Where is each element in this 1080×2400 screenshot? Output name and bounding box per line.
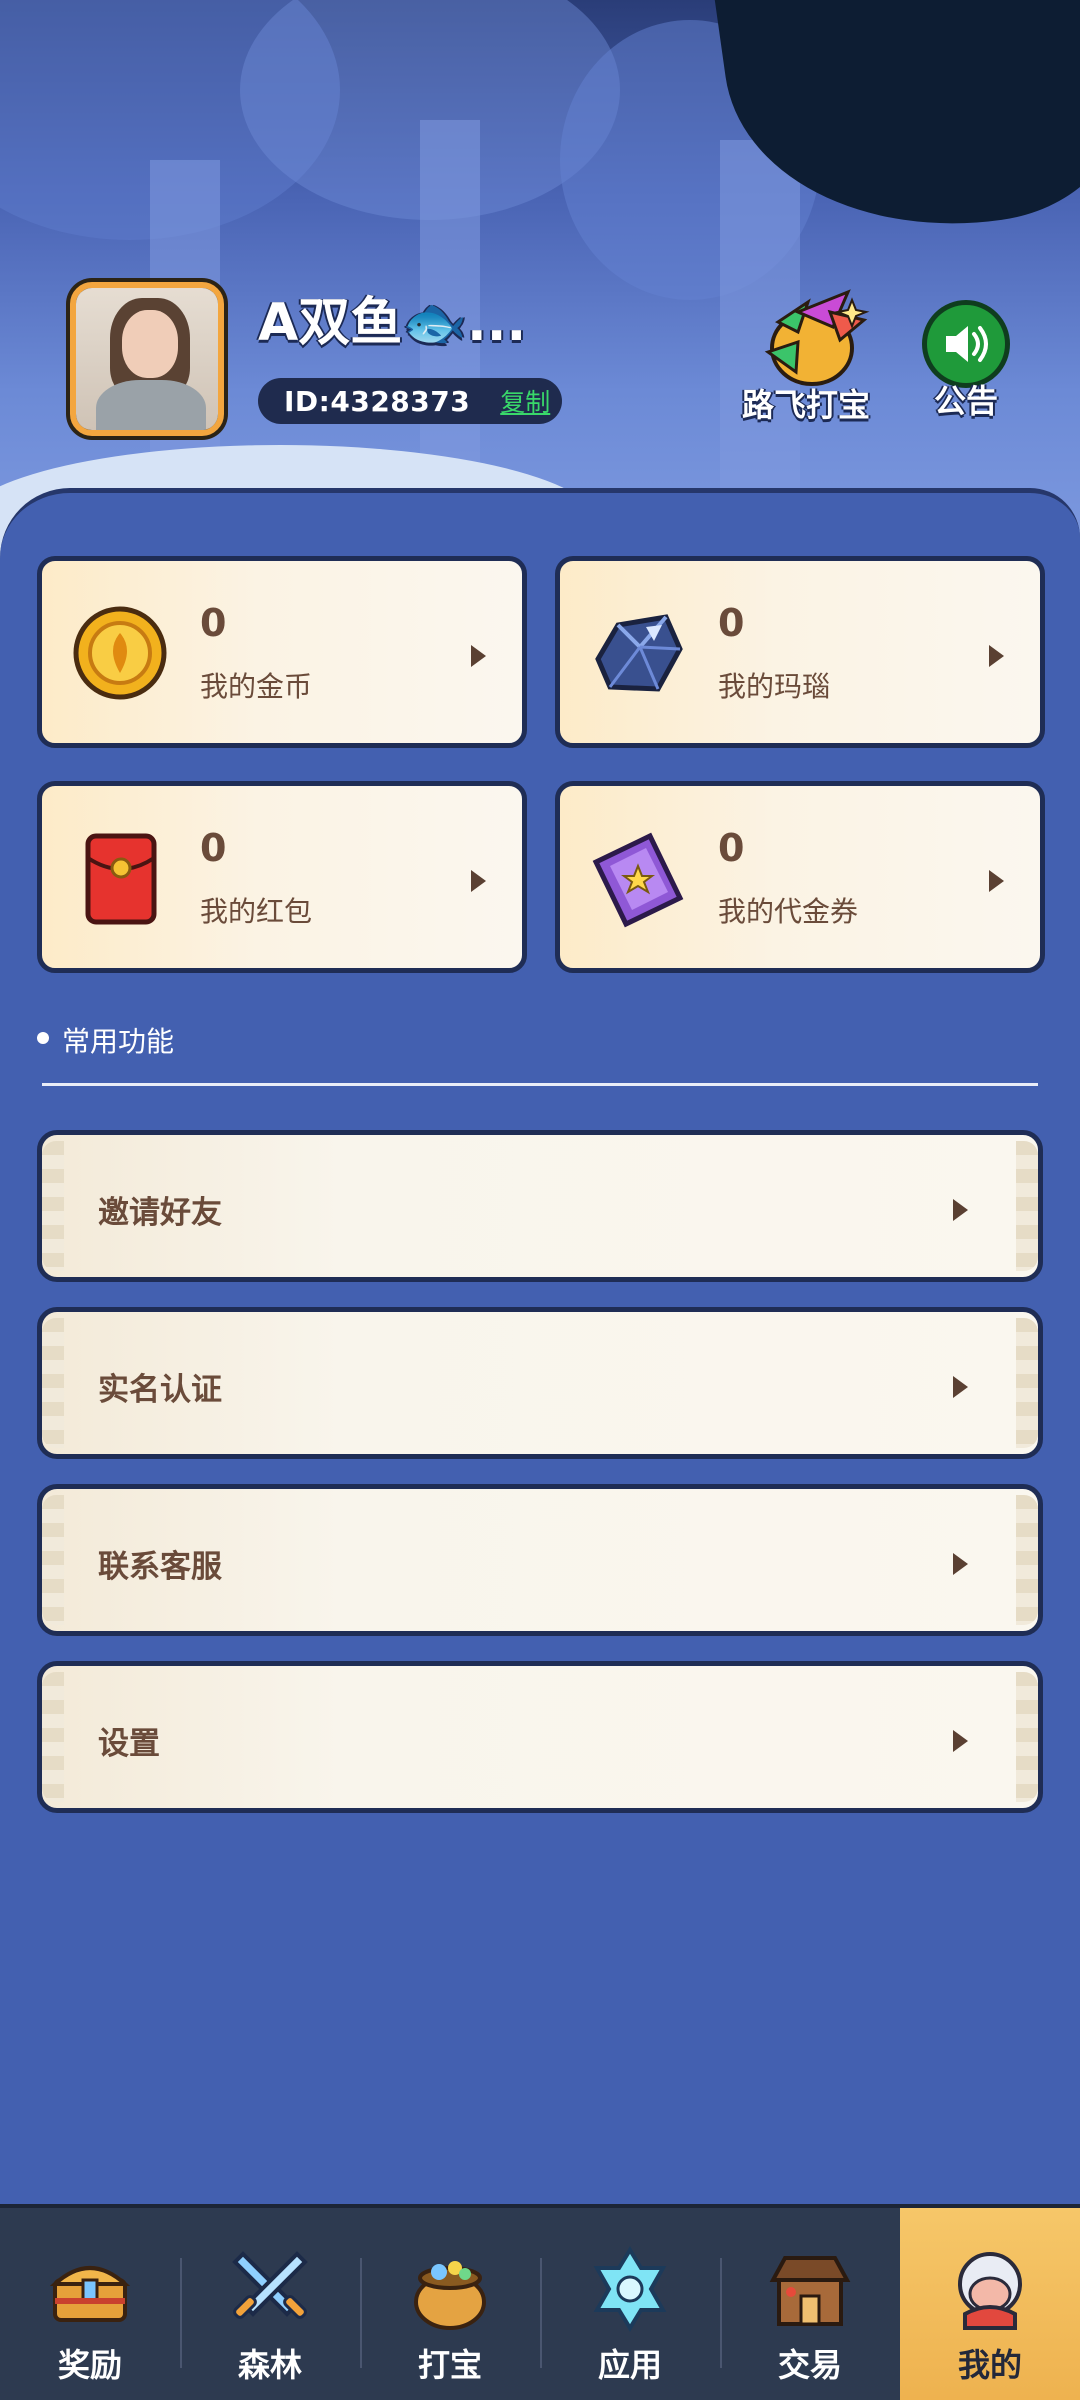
user-id-pill: ID:4328373 复制 xyxy=(258,378,562,424)
chevron-right-icon xyxy=(953,1376,968,1398)
agate-gem-icon xyxy=(595,614,683,692)
nav-tab-mine[interactable]: 我的 xyxy=(900,2208,1080,2400)
menu-item-label: 设置 xyxy=(98,1726,160,1762)
nav-label: 森林 xyxy=(237,2346,302,2384)
username: A双鱼🐟... xyxy=(258,293,527,353)
chevron-right-icon xyxy=(989,870,1004,892)
nav-tab-apps[interactable]: 应用 xyxy=(540,2208,720,2400)
red-packet-label: 我的红包 xyxy=(200,895,313,928)
nav-label: 应用 xyxy=(597,2346,662,2384)
menu-item-label: 邀请好友 xyxy=(98,1195,222,1231)
nav-tab-treasure-hunt[interactable]: 打宝 xyxy=(360,2208,540,2400)
bottom-nav: 奖励 森林 打宝 应用 交易 我的 xyxy=(0,2204,1080,2400)
gold-coin-value: 0 xyxy=(200,601,227,645)
luffy-treasure-label[interactable]: 路飞打宝 xyxy=(742,380,870,426)
nav-tab-rewards[interactable]: 奖励 xyxy=(0,2208,180,2400)
gold-coin-card[interactable]: 0 我的金币 xyxy=(37,556,527,748)
chevron-right-icon xyxy=(953,1199,968,1221)
agate-value: 0 xyxy=(718,601,745,645)
voucher-label: 我的代金券 xyxy=(718,895,859,928)
menu-item-label: 实名认证 xyxy=(98,1372,222,1408)
crossed-swords-icon xyxy=(232,2251,308,2319)
profile-character-icon xyxy=(958,2252,1022,2330)
nav-tab-trade[interactable]: 交易 xyxy=(720,2208,900,2400)
menu-item-invite-friends[interactable]: 邀请好友 xyxy=(37,1130,1043,1282)
snowflake-icon xyxy=(593,2246,667,2332)
announcement-label[interactable]: 公告 xyxy=(934,376,998,422)
nav-label: 交易 xyxy=(777,2346,842,2384)
speaker-icon xyxy=(946,326,988,362)
chevron-right-icon xyxy=(471,645,486,667)
treasure-pot-icon xyxy=(414,2261,486,2330)
gold-coin-icon xyxy=(73,606,167,700)
gold-coin-label: 我的金币 xyxy=(200,670,313,703)
announcement-button[interactable] xyxy=(922,300,1010,388)
voucher-card[interactable]: 0 我的代金券 xyxy=(555,781,1045,973)
nav-label: 打宝 xyxy=(417,2346,482,2384)
agate-label: 我的玛瑙 xyxy=(718,670,831,703)
chevron-right-icon xyxy=(953,1553,968,1575)
chevron-right-icon xyxy=(471,870,486,892)
section-divider xyxy=(42,1083,1038,1086)
nav-label: 奖励 xyxy=(57,2346,122,2384)
treasure-chest-icon xyxy=(49,2266,131,2322)
voucher-value: 0 xyxy=(718,826,745,870)
menu-item-label: 联系客服 xyxy=(98,1549,222,1585)
chevron-right-icon xyxy=(953,1730,968,1752)
menu-item-settings[interactable]: 设置 xyxy=(37,1661,1043,1813)
chevron-right-icon xyxy=(989,645,1004,667)
header-background xyxy=(0,0,1080,560)
red-packet-icon xyxy=(85,833,157,925)
copy-id-button[interactable]: 复制 xyxy=(500,383,550,419)
shop-icon xyxy=(769,2256,851,2326)
section-title: 常用功能 xyxy=(62,1025,175,1058)
nav-tab-forest[interactable]: 森林 xyxy=(180,2208,360,2400)
menu-item-contact-support[interactable]: 联系客服 xyxy=(37,1484,1043,1636)
avatar[interactable] xyxy=(70,282,224,436)
section-bullet xyxy=(37,1032,49,1044)
nav-label: 我的 xyxy=(957,2346,1022,2384)
red-packet-card[interactable]: 0 我的红包 xyxy=(37,781,527,973)
voucher-ticket-icon xyxy=(592,832,684,928)
agate-card[interactable]: 0 我的玛瑙 xyxy=(555,556,1045,748)
user-id: ID:4328373 xyxy=(284,384,471,418)
menu-item-real-name-verification[interactable]: 实名认证 xyxy=(37,1307,1043,1459)
red-packet-value: 0 xyxy=(200,826,227,870)
